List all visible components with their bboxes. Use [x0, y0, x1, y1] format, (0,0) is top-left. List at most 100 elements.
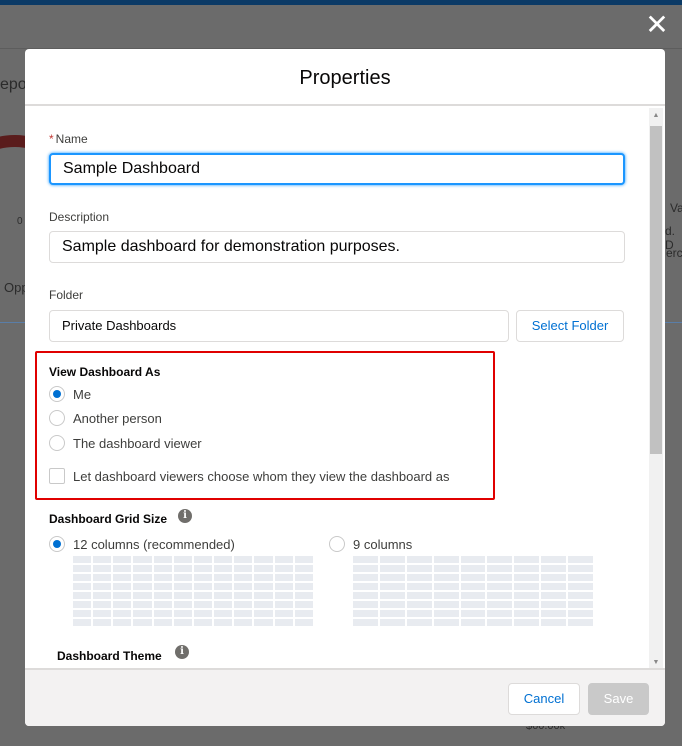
grid-cell: [406, 601, 432, 608]
grid-cell: [214, 556, 233, 563]
modal-title: Properties: [25, 49, 665, 106]
grid-cell: [214, 583, 233, 590]
app-header-bar: [0, 0, 682, 5]
select-folder-button[interactable]: Select Folder: [516, 310, 624, 342]
grid-cell: [406, 583, 432, 590]
grid-cell: [353, 610, 378, 617]
grid-cell: [541, 556, 567, 563]
grid-cell: [173, 610, 192, 617]
background-text: erc: [666, 246, 682, 260]
grid-cell: [113, 619, 132, 626]
grid-cell: [193, 601, 213, 608]
name-label-text: Name: [55, 132, 88, 146]
grid-cell: [406, 592, 432, 599]
folder-label: Folder: [49, 288, 84, 302]
grid-cell: [153, 565, 172, 572]
grid-cell: [254, 556, 273, 563]
grid-cell: [234, 592, 253, 599]
view-as-viewer-radio[interactable]: The dashboard viewer: [49, 435, 202, 451]
grid-cell: [93, 619, 112, 626]
grid-cell: [193, 619, 213, 626]
grid-cell: [460, 610, 486, 617]
grid-cell: [294, 592, 313, 599]
scroll-up-icon[interactable]: ▲: [649, 112, 663, 119]
grid-cell: [274, 610, 293, 617]
grid-12-preview: [73, 556, 313, 626]
grid-cell: [113, 601, 132, 608]
description-input[interactable]: Sample dashboard for demonstration purpo…: [49, 231, 625, 263]
view-as-me-radio[interactable]: Me: [49, 386, 91, 402]
modal-body: * Name Sample Dashboard Description Sampl…: [25, 108, 665, 668]
grid-cell: [460, 619, 486, 626]
folder-input[interactable]: Private Dashboards: [49, 310, 509, 342]
grid-cell: [294, 619, 313, 626]
grid-cell: [568, 556, 593, 563]
grid-cell: [514, 556, 540, 563]
option-label: Me: [73, 386, 92, 402]
let-viewers-choose-checkbox[interactable]: Let dashboard viewers choose whom they v…: [49, 468, 450, 484]
grid-cell: [113, 610, 132, 617]
grid-size-heading: Dashboard Grid Size: [49, 512, 168, 526]
grid-cell: [254, 592, 273, 599]
grid-cell: [93, 556, 112, 563]
grid-cell: [514, 601, 540, 608]
grid-cell: [133, 619, 152, 626]
grid-cell: [406, 565, 432, 572]
scrollbar[interactable]: ▲ ▼: [649, 108, 663, 668]
theme-heading: Dashboard Theme: [57, 649, 162, 663]
option-label: The dashboard viewer: [73, 435, 202, 451]
grid-cell: [514, 565, 540, 572]
grid-cell: [93, 565, 112, 572]
grid-cell: [73, 565, 92, 572]
grid-cell: [433, 619, 459, 626]
grid-cell: [214, 565, 233, 572]
grid-9-columns-radio[interactable]: 9 columns: [329, 536, 412, 552]
grid-cell: [274, 565, 293, 572]
grid-cell: [379, 565, 405, 572]
grid-cell: [254, 601, 273, 608]
grid-cell: [541, 574, 567, 581]
grid-cell: [433, 574, 459, 581]
grid-cell: [514, 574, 540, 581]
grid-cell: [153, 601, 172, 608]
grid-cell: [514, 610, 540, 617]
name-input[interactable]: Sample Dashboard: [49, 153, 625, 185]
properties-modal: Properties * Name Sample Dashboard Descri…: [25, 49, 665, 726]
grid-cell: [406, 610, 432, 617]
grid-cell: [113, 574, 132, 581]
info-icon[interactable]: i: [175, 645, 189, 659]
grid-cell: [113, 565, 132, 572]
checkbox-icon: [49, 468, 65, 484]
close-icon[interactable]: ✕: [645, 11, 669, 39]
grid-cell: [433, 610, 459, 617]
grid-cell: [214, 592, 233, 599]
info-icon[interactable]: i: [178, 509, 192, 523]
scroll-down-icon[interactable]: ▼: [649, 659, 663, 666]
grid-cell: [73, 592, 92, 599]
grid-cell: [73, 601, 92, 608]
cancel-button[interactable]: Cancel: [508, 683, 580, 715]
save-button[interactable]: Save: [588, 683, 649, 715]
grid-cell: [379, 601, 405, 608]
view-as-another-person-radio[interactable]: Another person: [49, 410, 162, 426]
grid-12-columns-radio[interactable]: 12 columns (recommended): [49, 536, 235, 552]
grid-cell: [234, 619, 253, 626]
grid-cell: [73, 610, 92, 617]
grid-cell: [234, 574, 253, 581]
grid-cell: [433, 583, 459, 590]
grid-cell: [294, 583, 313, 590]
option-label: 9 columns: [353, 536, 413, 552]
grid-cell: [73, 556, 92, 563]
grid-cell: [173, 556, 192, 563]
option-label: 12 columns (recommended): [73, 536, 235, 552]
grid-cell: [214, 610, 233, 617]
grid-cell: [173, 574, 192, 581]
grid-cell: [234, 565, 253, 572]
grid-cell: [73, 619, 92, 626]
scrollbar-thumb[interactable]: [650, 126, 662, 454]
grid-cell: [153, 574, 172, 581]
grid-cell: [214, 574, 233, 581]
grid-cell: [541, 610, 567, 617]
grid-cell: [254, 610, 273, 617]
grid-cell: [93, 574, 112, 581]
